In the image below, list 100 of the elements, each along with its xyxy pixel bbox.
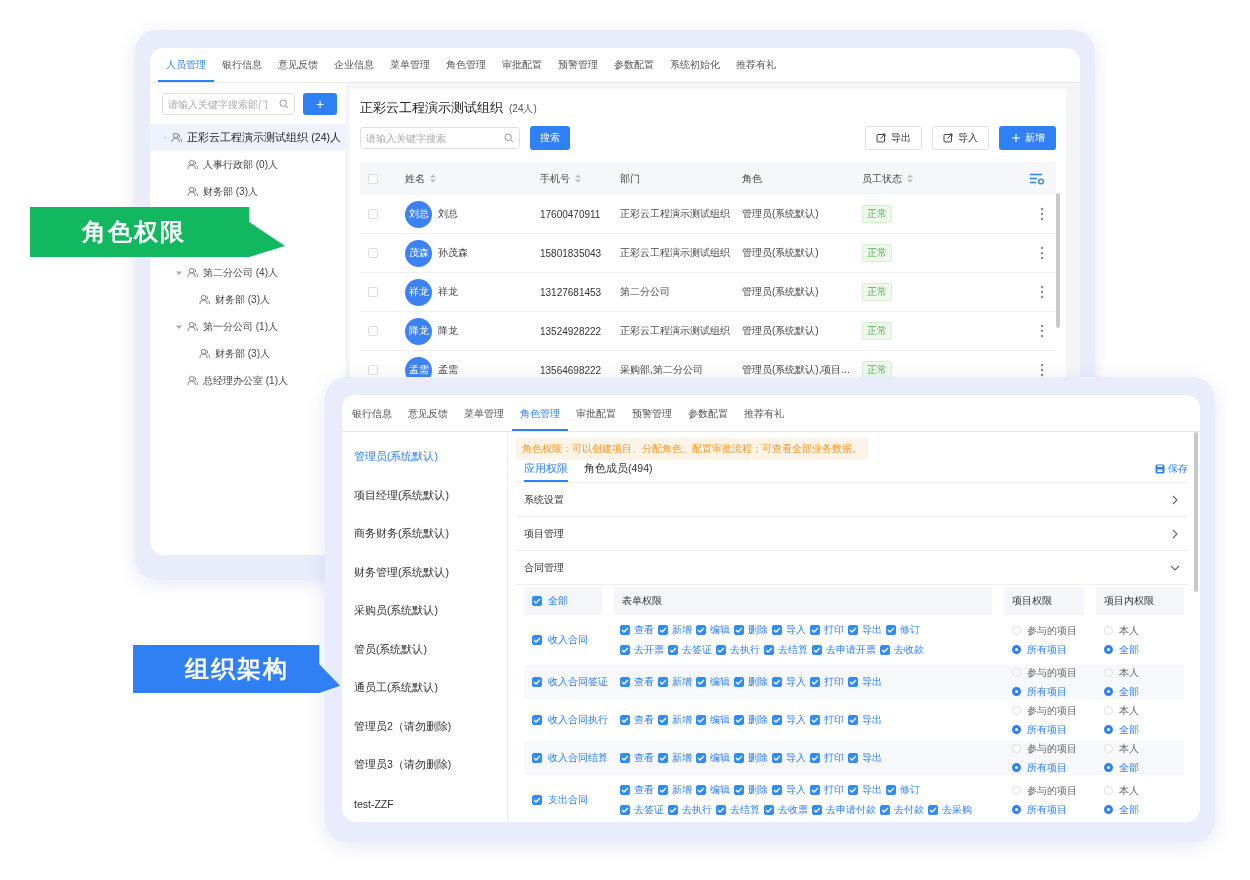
checkbox[interactable] — [668, 805, 678, 815]
checkbox[interactable] — [620, 753, 630, 763]
tree-item[interactable]: 财务部 (3)人 — [150, 286, 274, 313]
radio-button[interactable] — [1012, 687, 1021, 696]
tab[interactable]: 角色管理 — [512, 407, 568, 431]
role-item[interactable]: test-ZZF — [342, 784, 507, 822]
radio-button[interactable] — [1012, 763, 1021, 772]
checkbox[interactable] — [658, 753, 668, 763]
radio-button[interactable] — [1012, 725, 1021, 734]
tab[interactable]: 角色成员(494) — [584, 462, 653, 482]
checkbox[interactable] — [532, 753, 542, 763]
checkbox[interactable] — [772, 625, 782, 635]
radio-button[interactable] — [1104, 763, 1113, 772]
tab[interactable]: 银行信息 — [214, 58, 270, 82]
checkbox[interactable] — [668, 645, 678, 655]
tab[interactable]: 银行信息 — [344, 407, 400, 431]
checkbox[interactable] — [848, 715, 858, 725]
chevron-icon[interactable] — [1170, 564, 1180, 571]
checkbox[interactable] — [658, 625, 668, 635]
checkbox[interactable] — [772, 677, 782, 687]
tab[interactable]: 预警管理 — [624, 407, 680, 431]
checkbox[interactable] — [812, 645, 822, 655]
checkbox[interactable] — [764, 805, 774, 815]
tab[interactable]: 预警管理 — [550, 58, 606, 82]
checkbox[interactable] — [848, 785, 858, 795]
search-field[interactable]: 请输入关键字搜索部门 — [168, 98, 277, 110]
checkbox[interactable] — [810, 625, 820, 635]
checkbox[interactable] — [810, 753, 820, 763]
checkbox[interactable] — [658, 677, 668, 687]
tree-item[interactable]: 人事行政部 (0)人 — [150, 151, 282, 178]
tab[interactable]: 审批配置 — [494, 58, 550, 82]
tab[interactable]: 推荐有礼 — [728, 58, 784, 82]
role-item[interactable]: 管理员2（请勿删除) — [342, 707, 507, 746]
checkbox[interactable] — [880, 645, 890, 655]
checkbox[interactable] — [532, 715, 542, 725]
checkbox[interactable] — [734, 715, 744, 725]
tree-item[interactable]: 正彩云工程演示测试组织 (24)人 — [150, 124, 345, 151]
checkbox[interactable] — [716, 645, 726, 655]
save-button[interactable]: 保存 — [1155, 462, 1188, 482]
checkbox[interactable] — [810, 677, 820, 687]
checkbox[interactable] — [532, 635, 542, 645]
checkbox[interactable] — [532, 677, 542, 687]
tab[interactable]: 角色管理 — [438, 58, 494, 82]
role-item[interactable]: 通员工(系统默认) — [342, 669, 507, 708]
tab[interactable]: 应用权限 — [524, 462, 568, 482]
role-item[interactable]: 商务财务(系统默认) — [342, 515, 507, 554]
checkbox[interactable] — [810, 715, 820, 725]
tab[interactable]: 推荐有礼 — [736, 407, 792, 431]
checkbox[interactable] — [886, 625, 896, 635]
checkbox[interactable] — [696, 753, 706, 763]
checkbox[interactable] — [734, 677, 744, 687]
role-item[interactable]: 管理员(系统默认) — [342, 438, 507, 477]
caret-icon[interactable] — [176, 323, 182, 330]
checkbox[interactable] — [696, 785, 706, 795]
more-icon[interactable] — [1040, 285, 1044, 299]
more-icon[interactable] — [1040, 246, 1044, 260]
role-item[interactable]: 采购员(系统默认) — [342, 592, 507, 631]
tab[interactable]: 意见反馈 — [400, 407, 456, 431]
checkbox[interactable] — [696, 625, 706, 635]
radio-button[interactable] — [1012, 805, 1021, 814]
section-header[interactable]: 合同管理 — [516, 551, 1188, 585]
column-settings-icon[interactable] — [1030, 172, 1044, 185]
checkbox[interactable] — [696, 715, 706, 725]
export-button[interactable]: 导出 — [865, 126, 922, 150]
tab[interactable]: 参数配置 — [680, 407, 736, 431]
checkbox[interactable] — [880, 805, 890, 815]
tab[interactable]: 审批配置 — [568, 407, 624, 431]
radio-button[interactable] — [1104, 645, 1113, 654]
radio-button[interactable] — [1104, 687, 1113, 696]
search-field[interactable]: 请输入关键字搜索 — [366, 132, 502, 144]
tree-item[interactable]: 财务部 (3)人 — [150, 178, 262, 205]
radio-button[interactable] — [1104, 805, 1113, 814]
tab[interactable]: 企业信息 — [326, 58, 382, 82]
more-icon[interactable] — [1040, 207, 1044, 221]
checkbox[interactable] — [658, 715, 668, 725]
tab[interactable]: 系统初始化 — [662, 58, 728, 82]
chevron-icon[interactable] — [1172, 528, 1178, 539]
radio-button[interactable] — [1104, 725, 1113, 734]
tab[interactable]: 菜单管理 — [456, 407, 512, 431]
role-item[interactable]: 管理员3（请勿删除) — [342, 746, 507, 785]
add-button[interactable]: 新增 — [999, 126, 1056, 150]
tab[interactable]: 意见反馈 — [270, 58, 326, 82]
checkbox[interactable] — [620, 677, 630, 687]
sort-icon[interactable] — [430, 174, 436, 183]
checkbox[interactable] — [734, 753, 744, 763]
checkbox[interactable] — [764, 645, 774, 655]
checkbox[interactable] — [848, 753, 858, 763]
tab[interactable]: 人员管理 — [158, 58, 214, 82]
search-box[interactable]: 请输入关键字搜索 — [360, 127, 520, 149]
tree-item[interactable]: 第一分公司 (1)人 — [150, 313, 282, 340]
tab[interactable]: 菜单管理 — [382, 58, 438, 82]
checkbox[interactable] — [620, 805, 630, 815]
tab[interactable]: 参数配置 — [606, 58, 662, 82]
section-header[interactable]: 项目管理 — [516, 517, 1188, 551]
checkbox[interactable] — [734, 785, 744, 795]
tree-item[interactable]: 财务部 (3)人 — [150, 340, 274, 367]
section-header[interactable]: 系统设置 — [516, 483, 1188, 517]
add-button[interactable]: + — [303, 93, 337, 115]
more-icon[interactable] — [1040, 363, 1044, 377]
checkbox[interactable] — [620, 645, 630, 655]
